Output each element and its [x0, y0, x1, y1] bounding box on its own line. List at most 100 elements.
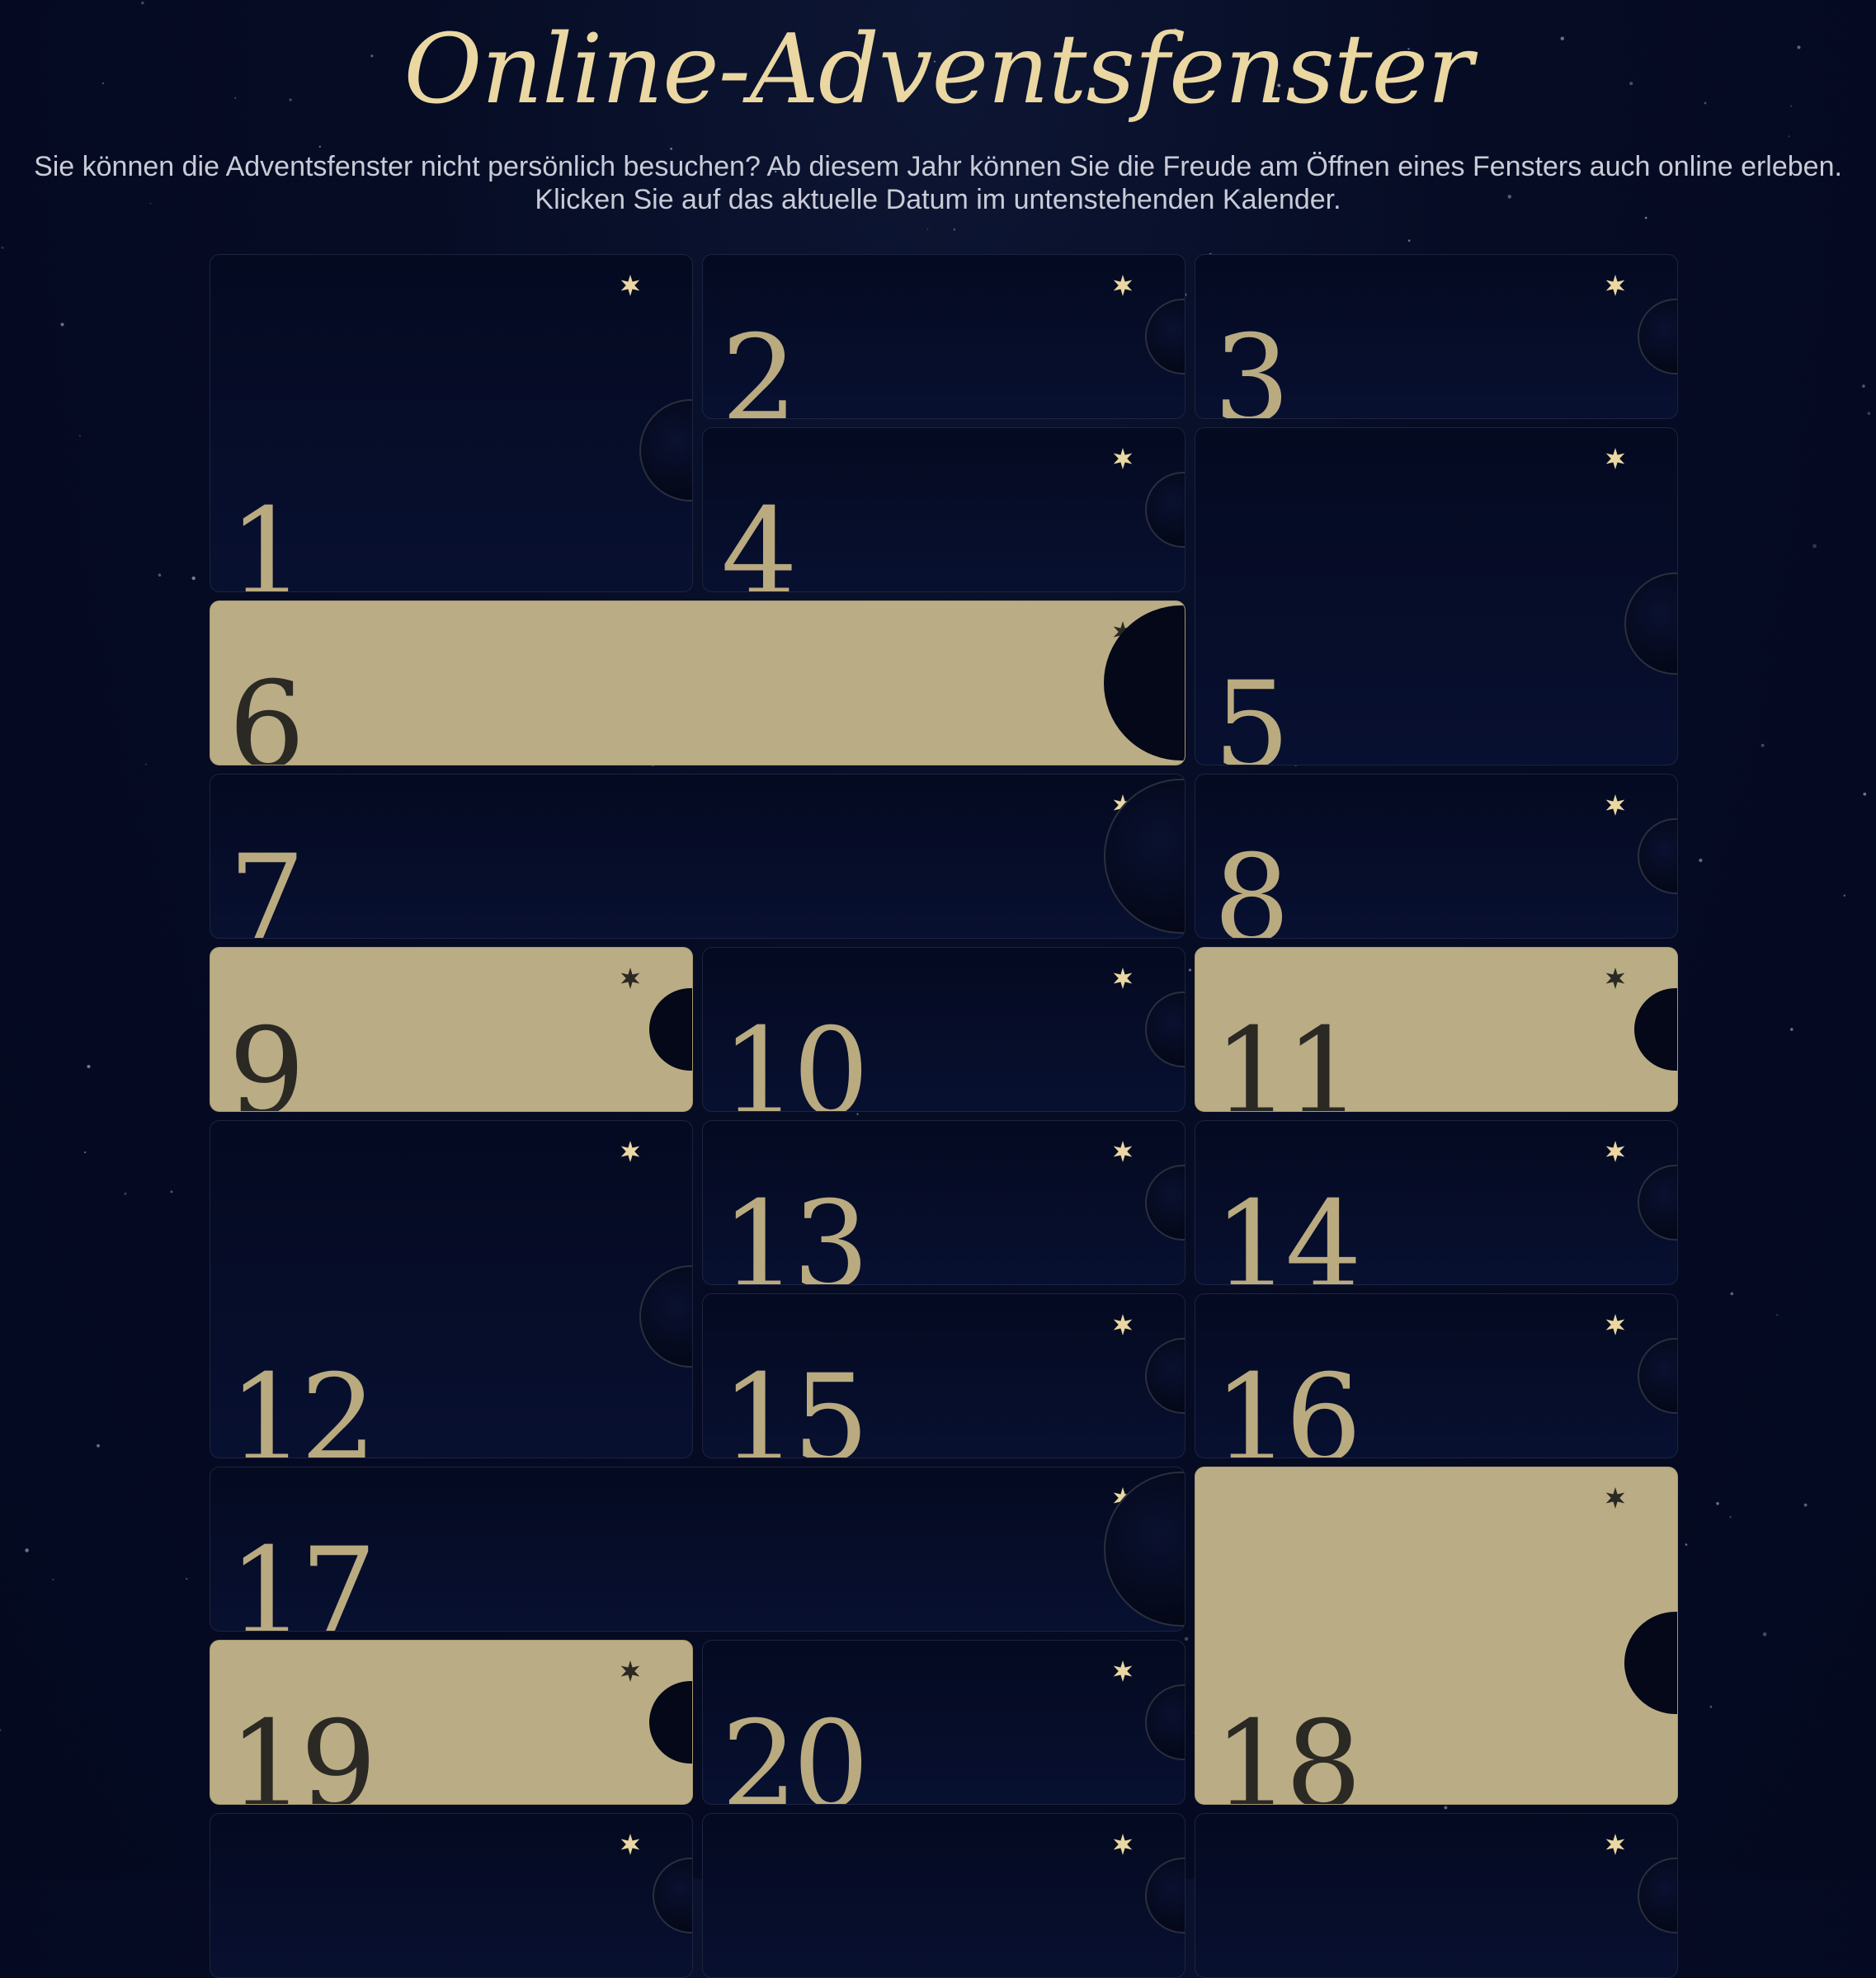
door-18[interactable]: 18	[1195, 1467, 1678, 1805]
background-star	[0, 1729, 2, 1731]
moon-icon	[1624, 1611, 1677, 1714]
background-star	[1699, 858, 1703, 863]
door-number: 17	[229, 1522, 377, 1632]
background-star	[1762, 1632, 1767, 1637]
moon-icon	[1145, 472, 1185, 548]
star-icon	[620, 275, 640, 296]
intro-text: Sie können die Adventsfenster nicht pers…	[34, 151, 1842, 215]
door-3[interactable]: 3	[1195, 254, 1678, 419]
moon-icon	[639, 1265, 692, 1368]
background-star	[1644, 216, 1647, 219]
star-icon	[1605, 275, 1625, 296]
door-placeholder-22[interactable]	[1195, 1813, 1678, 1978]
moon-icon	[649, 1681, 692, 1764]
door-2[interactable]: 2	[702, 254, 1185, 419]
door-16[interactable]: 16	[1195, 1293, 1678, 1458]
background-star	[1407, 239, 1411, 243]
moon-icon	[1145, 1858, 1185, 1933]
star-icon	[1605, 1834, 1625, 1855]
background-star	[87, 1064, 91, 1069]
moon-icon	[1638, 1858, 1677, 1933]
door-7[interactable]: 7	[210, 774, 1185, 939]
door-13[interactable]: 13	[702, 1120, 1185, 1285]
door-19[interactable]: 19	[210, 1640, 693, 1805]
background-star	[953, 228, 955, 231]
background-star	[97, 1443, 100, 1448]
door-12[interactable]: 12	[210, 1120, 693, 1458]
background-star	[1709, 1705, 1713, 1708]
door-11[interactable]: 11	[1195, 947, 1678, 1112]
door-number: 18	[1214, 1695, 1362, 1805]
star-icon	[1605, 1314, 1625, 1335]
door-10[interactable]: 10	[702, 947, 1185, 1112]
background-star	[318, 145, 322, 148]
star-icon	[1113, 1834, 1133, 1855]
door-number: 1	[229, 483, 305, 592]
door-8[interactable]: 8	[1195, 774, 1678, 939]
background-star	[1812, 544, 1817, 549]
star-icon	[1113, 275, 1133, 296]
moon-icon	[1638, 299, 1677, 374]
door-number: 2	[721, 309, 798, 419]
background-star	[1803, 1503, 1808, 1507]
door-placeholder-21[interactable]	[702, 1813, 1185, 1978]
background-star	[1729, 1516, 1732, 1519]
door-20[interactable]: 20	[702, 1640, 1185, 1805]
door-number: 3	[1214, 309, 1290, 419]
moon-icon	[639, 398, 692, 502]
door-15[interactable]: 15	[702, 1293, 1185, 1458]
page-title: Online-Adventsfenster	[403, 14, 1473, 125]
background-star	[1862, 384, 1865, 388]
background-star	[158, 573, 162, 577]
moon-icon	[1145, 991, 1185, 1067]
background-star	[1843, 894, 1846, 897]
star-icon	[620, 1834, 640, 1855]
door-number: 19	[229, 1695, 377, 1805]
door-number: 9	[229, 1002, 305, 1112]
door-17[interactable]: 17	[210, 1467, 1185, 1632]
door-number: 12	[229, 1349, 377, 1458]
star-icon	[1113, 1141, 1133, 1162]
door-6[interactable]: 6	[210, 600, 1185, 765]
door-number: 11	[1214, 1002, 1362, 1112]
moon-icon	[1638, 1338, 1677, 1414]
door-number: 8	[1214, 829, 1290, 939]
background-star	[1716, 1501, 1719, 1505]
moon-icon	[1638, 818, 1677, 894]
moon-icon	[1145, 299, 1185, 374]
background-star	[1730, 1292, 1734, 1296]
background-star	[124, 1192, 127, 1195]
star-icon	[620, 968, 640, 989]
door-number: 13	[721, 1175, 870, 1285]
background-star	[78, 434, 81, 437]
moon-icon	[1638, 1165, 1677, 1241]
star-icon	[620, 1141, 640, 1162]
door-4[interactable]: 4	[702, 427, 1185, 592]
moon-icon	[653, 1858, 692, 1933]
background-star	[1867, 412, 1871, 416]
star-icon	[1605, 1141, 1625, 1162]
moon-icon	[1145, 1684, 1185, 1760]
background-star	[84, 1151, 87, 1154]
background-star	[144, 763, 147, 765]
moon-icon	[1624, 572, 1677, 675]
star-icon	[1605, 1487, 1625, 1509]
door-number: 6	[229, 656, 305, 765]
star-icon	[1605, 448, 1625, 469]
door-placeholder-20[interactable]	[210, 1813, 693, 1978]
door-9[interactable]: 9	[210, 947, 693, 1112]
moon-icon	[649, 988, 692, 1071]
background-star	[186, 1577, 188, 1580]
background-star	[1863, 792, 1867, 796]
background-star	[60, 323, 64, 327]
door-1[interactable]: 1	[210, 254, 693, 592]
background-star	[25, 1548, 29, 1552]
star-icon	[1113, 968, 1133, 989]
door-14[interactable]: 14	[1195, 1120, 1678, 1285]
door-number: 5	[1214, 656, 1290, 765]
background-star	[52, 1579, 54, 1580]
background-star	[926, 228, 929, 230]
advent-calendar-grid: 1 2 3 4 5 6 7 8 9 10 11 12 13 14 15 16 17 18 19 20	[210, 254, 1680, 1978]
door-5[interactable]: 5	[1195, 427, 1678, 765]
background-star	[1685, 1543, 1688, 1546]
